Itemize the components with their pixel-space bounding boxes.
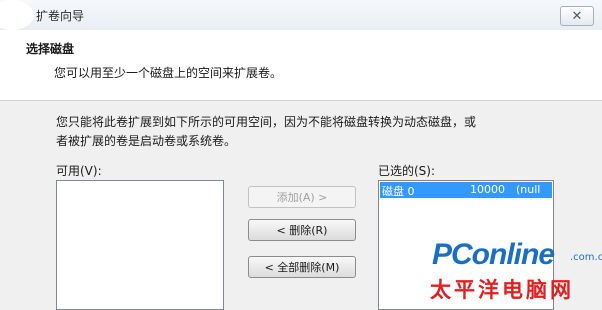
selected-label: 已选的(S): [378, 164, 436, 178]
close-button[interactable]: ✕ [560, 6, 594, 26]
description-line-1: 您只能将此卷扩展到如下所示的可用空间，因为不能将磁盘转换为动态磁盘，或 [56, 115, 477, 129]
disk-name: 磁盘 0 [382, 185, 415, 198]
title-bar: 扩卷向导 ✕ [0, 0, 602, 30]
title-decoration [0, 0, 34, 30]
add-button[interactable]: 添加(A) > [248, 186, 356, 208]
remove-button[interactable]: < 删除(R) [248, 219, 356, 241]
window-title: 扩卷向导 [36, 9, 85, 23]
close-icon: ✕ [571, 8, 583, 24]
watermark-cn: 太平洋电脑网 [430, 278, 574, 302]
available-label: 可用(V): [56, 164, 102, 178]
description: 您只能将此卷扩展到如下所示的可用空间，因为不能将磁盘转换为动态磁盘，或 者被扩展… [56, 113, 586, 151]
page-title: 选择磁盘 [26, 42, 75, 56]
watermark-domain: .com.cn [570, 252, 602, 263]
disk-size: 10000 [470, 183, 505, 196]
available-list[interactable] [56, 180, 224, 310]
description-line-2: 者被扩展的卷是启动卷或系统卷。 [56, 134, 237, 148]
watermark-brand: PConline [432, 238, 555, 271]
disk-free: (null [516, 183, 541, 196]
remove-all-button[interactable]: < 全部删除(M) [248, 256, 356, 278]
watermark-logo: PConline .com.cn 太平洋电脑网 [420, 234, 602, 302]
wizard-header: 选择磁盘 您可以用至少一个磁盘上的空间来扩展卷。 [0, 30, 602, 101]
page-subtitle: 您可以用至少一个磁盘上的空间来扩展卷。 [54, 66, 283, 80]
list-item[interactable]: 磁盘 0 10000 (null [380, 182, 552, 198]
